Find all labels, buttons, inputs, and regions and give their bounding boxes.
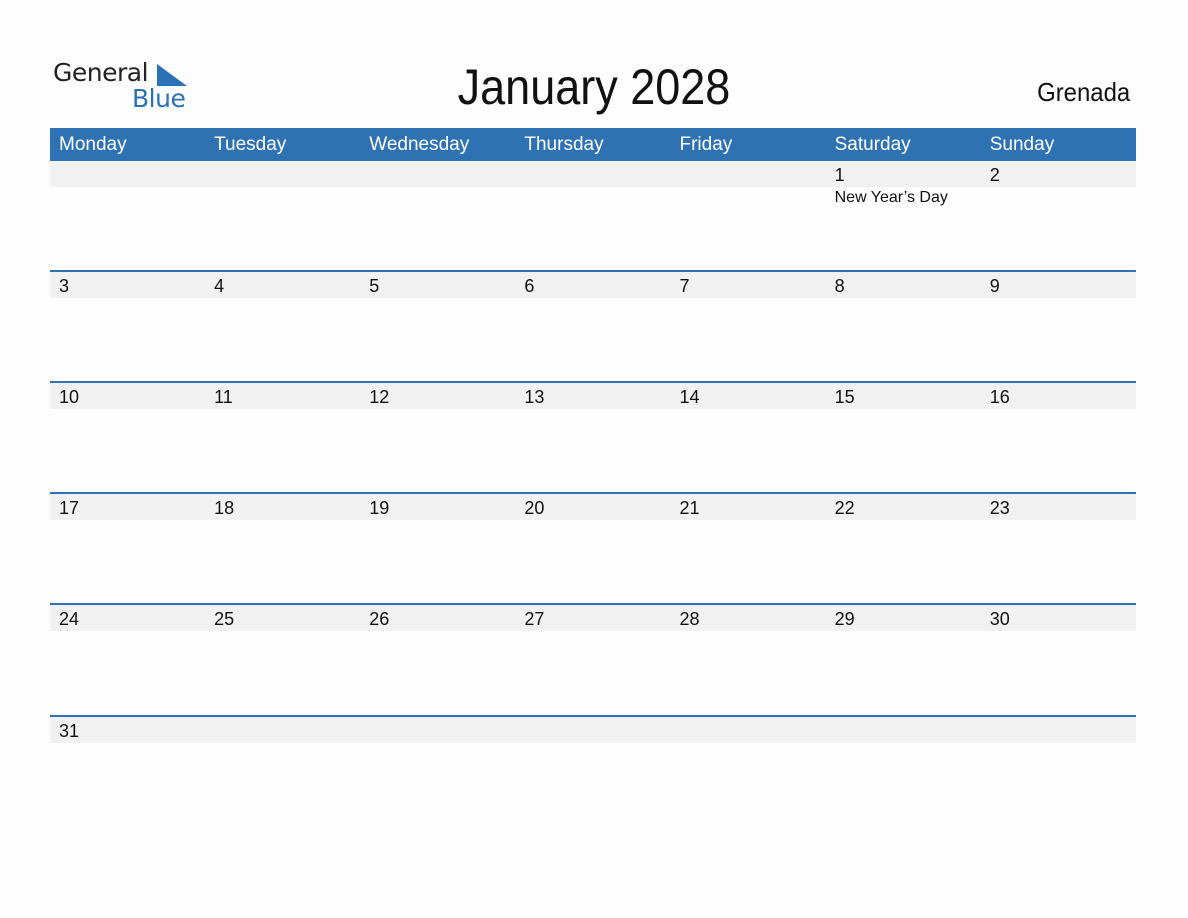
day-cell: 31 (50, 717, 205, 817)
weekday-tuesday: Tuesday (214, 134, 287, 155)
day-cell: 24 (50, 605, 205, 705)
day-cell: 29 (826, 605, 981, 705)
day-number: 2 (989, 165, 1000, 185)
day-cell: 21 (671, 494, 826, 594)
day-cell: 14 (671, 383, 826, 483)
day-number: 4 (214, 276, 225, 296)
day-number: 9 (989, 276, 1000, 296)
day-number: 3 (59, 276, 70, 296)
week-row: 24 25 26 27 28 29 30 (50, 603, 1136, 716)
day-cell (205, 161, 360, 261)
day-number: 23 (989, 498, 1010, 518)
day-cell: 23 (981, 494, 1136, 594)
day-number: 31 (59, 721, 80, 741)
day-cell: 17 (50, 494, 205, 594)
day-number: 28 (679, 609, 700, 629)
day-cell (515, 161, 670, 261)
day-number: 5 (369, 276, 380, 296)
day-cell: 7 (671, 272, 826, 372)
day-cell: 12 (360, 383, 515, 483)
day-number: 7 (679, 276, 690, 296)
week-row: 17 18 19 20 21 22 23 (50, 492, 1136, 605)
day-number: 12 (369, 387, 390, 407)
day-cell: 8 (826, 272, 981, 372)
day-cell (671, 717, 826, 817)
page-title: January 2028 (457, 59, 731, 115)
day-cell (205, 717, 360, 817)
day-cell (515, 717, 670, 817)
day-number: 6 (524, 276, 535, 296)
day-cell (360, 161, 515, 261)
weekday-saturday: Saturday (834, 134, 911, 155)
day-cell: 27 (515, 605, 670, 705)
day-number: 10 (59, 387, 80, 407)
day-number: 1 (834, 165, 845, 185)
weekday-friday: Friday (679, 134, 733, 155)
day-number: 22 (834, 498, 855, 518)
day-number: 24 (59, 609, 80, 629)
day-number: 26 (369, 609, 390, 629)
day-number: 30 (989, 609, 1010, 629)
day-cell: 6 (515, 272, 670, 372)
weekday-header: Monday Tuesday Wednesday Thursday Friday… (50, 128, 1136, 161)
day-number: 8 (834, 276, 845, 296)
holiday-label: New Year’s Day (834, 189, 948, 206)
day-number: 14 (679, 387, 700, 407)
day-number: 13 (524, 387, 545, 407)
weekday-monday: Monday (59, 134, 127, 155)
day-cell: 22 (826, 494, 981, 594)
day-cell: 28 (671, 605, 826, 705)
day-number: 19 (369, 498, 390, 518)
day-cell: 1 New Year’s Day (826, 161, 981, 261)
day-cell: 16 (981, 383, 1136, 483)
day-cell: 19 (360, 494, 515, 594)
day-cell: 20 (515, 494, 670, 594)
country-label: Grenada (1036, 77, 1130, 107)
day-number: 29 (834, 609, 855, 629)
day-cell: 5 (360, 272, 515, 372)
week-row: 3 4 5 6 7 8 9 (50, 270, 1136, 383)
day-cell (671, 161, 826, 261)
day-number: 20 (524, 498, 545, 518)
day-cell: 26 (360, 605, 515, 705)
day-cell: 9 (981, 272, 1136, 372)
day-cell: 11 (205, 383, 360, 483)
day-number: 18 (214, 498, 235, 518)
weekday-sunday: Sunday (989, 134, 1055, 155)
day-cell: 18 (205, 494, 360, 594)
day-cell: 15 (826, 383, 981, 483)
day-cell: 30 (981, 605, 1136, 705)
week-row: 31 (50, 715, 1136, 828)
day-number: 27 (524, 609, 545, 629)
day-cell: 25 (205, 605, 360, 705)
weekday-thursday: Thursday (524, 134, 604, 155)
day-cell (360, 717, 515, 817)
day-cell: 2 (981, 161, 1136, 261)
week-row: 1 New Year’s Day 2 (50, 161, 1136, 272)
day-number: 25 (214, 609, 235, 629)
day-cell (826, 717, 981, 817)
weekday-wednesday: Wednesday (369, 134, 470, 155)
day-number: 17 (59, 498, 80, 518)
day-number: 15 (834, 387, 855, 407)
day-number: 16 (989, 387, 1010, 407)
day-cell: 3 (50, 272, 205, 372)
day-cell: 4 (205, 272, 360, 372)
day-cell: 13 (515, 383, 670, 483)
day-number: 11 (214, 387, 233, 407)
day-cell (50, 161, 205, 261)
week-row: 10 11 12 13 14 15 16 (50, 381, 1136, 494)
day-number: 21 (679, 498, 700, 518)
day-cell (981, 717, 1136, 817)
day-cell: 10 (50, 383, 205, 483)
